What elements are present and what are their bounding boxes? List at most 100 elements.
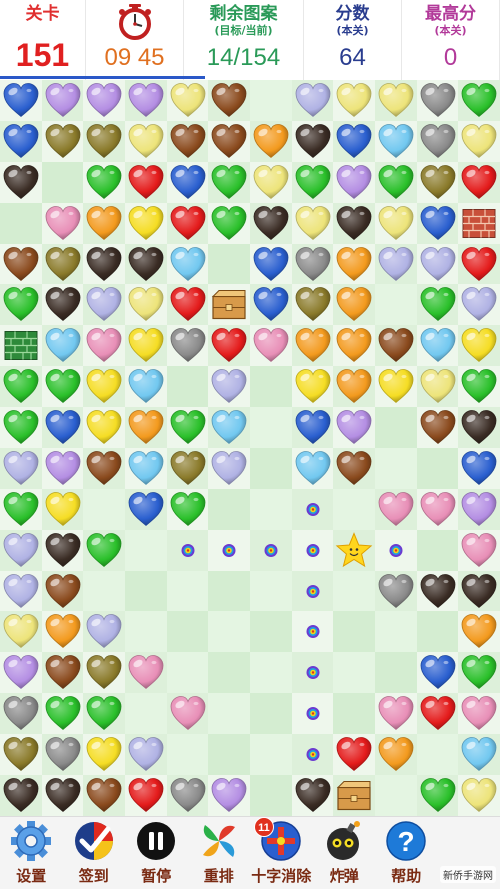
green-heart-tile[interactable] <box>374 161 417 203</box>
purple-heart-tile[interactable] <box>124 80 167 121</box>
blue-heart-tile[interactable] <box>0 80 42 121</box>
gray-heart-tile[interactable] <box>166 325 209 367</box>
purple-heart-tile[interactable] <box>458 488 500 530</box>
blue-heart-tile[interactable] <box>166 161 209 203</box>
orange-heart-tile[interactable] <box>458 611 500 653</box>
dark-heart-tile[interactable] <box>291 120 334 162</box>
light-blue-heart-tile[interactable] <box>208 407 250 448</box>
lavender-heart-tile[interactable] <box>291 80 334 121</box>
purple-heart-tile[interactable] <box>208 774 250 816</box>
light-blue-heart-tile[interactable] <box>291 447 334 489</box>
yellow-heart-tile[interactable] <box>374 366 417 407</box>
pink-heart-tile[interactable] <box>166 693 209 734</box>
brown-heart-tile[interactable] <box>83 447 125 489</box>
pink-heart-tile[interactable] <box>374 693 417 734</box>
olive-heart-tile[interactable] <box>416 161 459 203</box>
pink-heart-tile[interactable] <box>83 325 125 367</box>
green-heart-tile[interactable] <box>41 693 84 734</box>
olive-heart-tile[interactable] <box>41 120 84 162</box>
red-heart-tile[interactable] <box>458 243 500 285</box>
tool-button-2[interactable]: 暂停 <box>125 817 188 889</box>
pale-yellow-heart-tile[interactable] <box>124 120 167 162</box>
blue-heart-tile[interactable] <box>333 120 375 162</box>
green-heart-tile[interactable] <box>416 774 459 816</box>
yellow-heart-tile[interactable] <box>124 325 167 367</box>
yellow-heart-tile[interactable] <box>124 202 167 244</box>
lavender-heart-tile[interactable] <box>0 447 42 489</box>
light-blue-heart-tile[interactable] <box>124 366 167 407</box>
green-heart-tile[interactable] <box>0 284 42 326</box>
pale-yellow-heart-tile[interactable] <box>249 161 292 203</box>
dark-heart-tile[interactable] <box>124 243 167 285</box>
blue-heart-tile[interactable] <box>124 488 167 530</box>
purple-heart-tile[interactable] <box>83 80 125 121</box>
green-heart-tile[interactable] <box>458 80 500 121</box>
orange-heart-tile[interactable] <box>333 243 375 285</box>
green-heart-tile[interactable] <box>458 652 500 694</box>
red-heart-tile[interactable] <box>166 284 209 326</box>
brown-heart-tile[interactable] <box>41 652 84 694</box>
brown-heart-tile[interactable] <box>166 120 209 162</box>
orange-heart-tile[interactable] <box>291 325 334 367</box>
pale-yellow-heart-tile[interactable] <box>291 202 334 244</box>
blue-heart-tile[interactable] <box>41 407 84 448</box>
brown-heart-tile[interactable] <box>374 325 417 367</box>
pale-yellow-heart-tile[interactable] <box>333 80 375 121</box>
yellow-heart-tile[interactable] <box>458 325 500 367</box>
brown-heart-tile[interactable] <box>0 243 42 285</box>
blue-heart-tile[interactable] <box>416 652 459 694</box>
pale-yellow-heart-tile[interactable] <box>374 202 417 244</box>
orange-heart-tile[interactable] <box>41 611 84 653</box>
green-heart-tile[interactable] <box>41 366 84 407</box>
brown-heart-tile[interactable] <box>208 120 250 162</box>
gray-heart-tile[interactable] <box>416 80 459 121</box>
game-board[interactable] <box>0 80 500 816</box>
pale-yellow-heart-tile[interactable] <box>416 366 459 407</box>
pale-yellow-heart-tile[interactable] <box>124 284 167 326</box>
red-heart-tile[interactable] <box>208 325 250 367</box>
pink-heart-tile[interactable] <box>458 529 500 571</box>
blue-heart-tile[interactable] <box>291 407 334 448</box>
tool-button-5[interactable]: 炸弹 <box>313 817 376 889</box>
gray-heart-tile[interactable] <box>0 693 42 734</box>
orange-heart-tile[interactable] <box>333 284 375 326</box>
orange-heart-tile[interactable] <box>333 366 375 407</box>
dark-heart-tile[interactable] <box>83 243 125 285</box>
tool-button-1[interactable]: 签到 <box>63 817 126 889</box>
green-heart-tile[interactable] <box>208 161 250 203</box>
orange-heart-tile[interactable] <box>83 202 125 244</box>
pale-yellow-heart-tile[interactable] <box>458 120 500 162</box>
gray-heart-tile[interactable] <box>416 120 459 162</box>
dark-heart-tile[interactable] <box>41 284 84 326</box>
lavender-heart-tile[interactable] <box>83 611 125 653</box>
green-heart-tile[interactable] <box>458 366 500 407</box>
gray-heart-tile[interactable] <box>291 243 334 285</box>
dark-heart-tile[interactable] <box>291 774 334 816</box>
green-heart-tile[interactable] <box>166 488 209 530</box>
yellow-heart-tile[interactable] <box>41 488 84 530</box>
blue-heart-tile[interactable] <box>0 120 42 162</box>
olive-heart-tile[interactable] <box>166 447 209 489</box>
green-heart-tile[interactable] <box>0 366 42 407</box>
light-blue-heart-tile[interactable] <box>374 120 417 162</box>
brown-heart-tile[interactable] <box>416 407 459 448</box>
olive-heart-tile[interactable] <box>41 243 84 285</box>
olive-heart-tile[interactable] <box>291 284 334 326</box>
purple-heart-tile[interactable] <box>41 447 84 489</box>
dark-heart-tile[interactable] <box>0 161 42 203</box>
pink-heart-tile[interactable] <box>41 202 84 244</box>
green-heart-tile[interactable] <box>83 529 125 571</box>
dark-heart-tile[interactable] <box>458 570 500 612</box>
pale-yellow-heart-tile[interactable] <box>374 80 417 121</box>
purple-heart-tile[interactable] <box>333 407 375 448</box>
green-heart-tile[interactable] <box>208 202 250 244</box>
yellow-heart-tile[interactable] <box>83 407 125 448</box>
light-blue-heart-tile[interactable] <box>458 734 500 775</box>
lavender-heart-tile[interactable] <box>208 447 250 489</box>
brown-heart-tile[interactable] <box>41 570 84 612</box>
orange-heart-tile[interactable] <box>333 325 375 367</box>
gray-heart-tile[interactable] <box>374 570 417 612</box>
orange-heart-tile[interactable] <box>124 407 167 448</box>
olive-heart-tile[interactable] <box>83 652 125 694</box>
yellow-heart-tile[interactable] <box>83 734 125 775</box>
